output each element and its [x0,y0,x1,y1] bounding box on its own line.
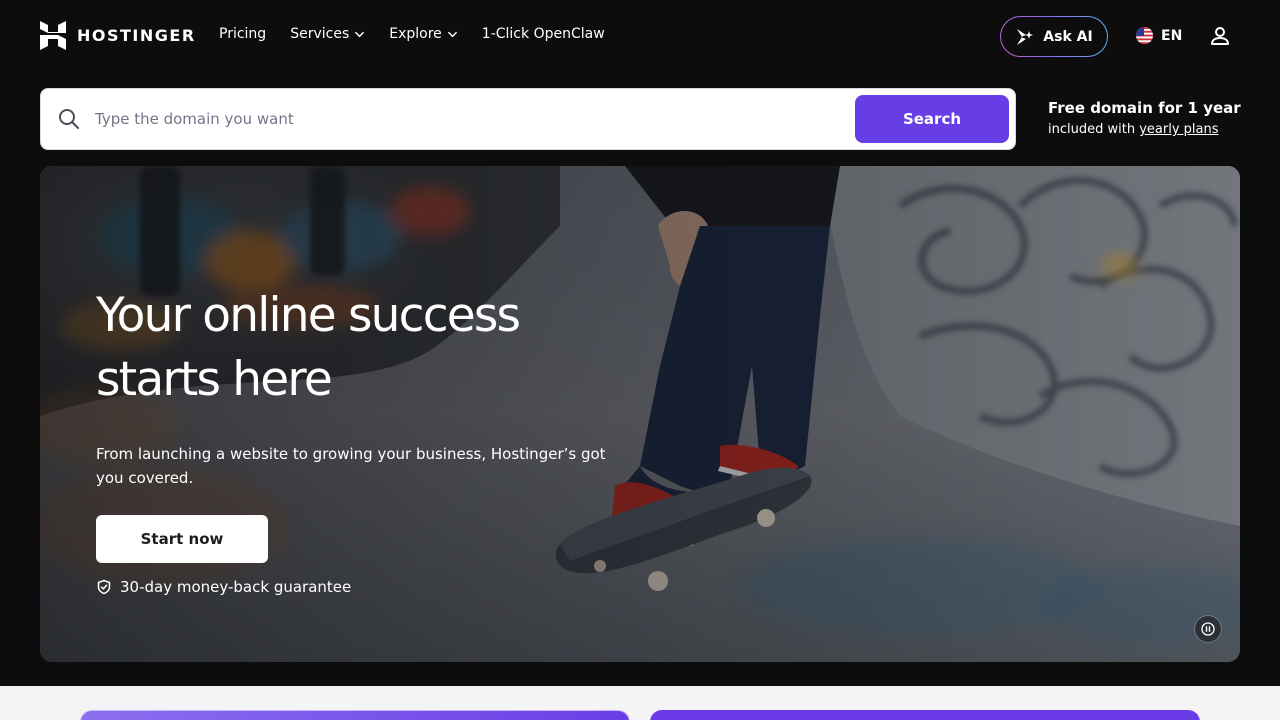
hero-content: Your online success starts here From lau… [96,284,656,596]
nav-item-label: Pricing [219,26,267,42]
hostinger-logo-icon [40,21,66,50]
hero-section: Your online success starts here From lau… [40,166,1240,662]
chevron-down-icon [355,31,365,37]
nav-item-services[interactable]: Services [290,26,365,42]
site-header: HOSTINGER Pricing Services Explore 1-Cli… [0,0,1280,72]
nav-item-label: Explore [389,26,442,42]
ask-ai-button[interactable]: Ask AI [1000,16,1108,57]
nav-item-pricing[interactable]: Pricing [219,26,266,42]
ask-ai-button-inner: Ask AI [1001,17,1107,56]
hero-title: Your online success starts here [96,284,656,412]
page: HOSTINGER Pricing Services Explore 1-Cli… [0,0,1280,720]
hero-title-line2: starts here [96,352,333,407]
domain-search-box: Search [40,88,1016,150]
logo-link[interactable]: HOSTINGER [40,21,196,50]
hero-title-line1: Your online success [96,288,521,343]
nav-item-openclaw[interactable]: 1-Click OpenClaw [482,26,605,42]
logo-text: HOSTINGER [77,26,196,45]
nav-item-label: 1-Click OpenClaw [481,26,605,42]
start-now-button[interactable]: Start now [96,515,268,563]
money-back-guarantee: 30-day money-back guarantee [96,578,656,596]
main-nav: Pricing Services Explore 1-Click OpenCla… [219,26,629,42]
plans-section [0,686,1280,720]
free-domain-prefix: included with [1048,122,1140,137]
free-domain-title: Free domain for 1 year [1048,99,1241,117]
shield-check-icon [97,579,111,595]
sparkle-icon [1017,28,1034,45]
language-selector[interactable]: EN [1136,27,1182,44]
video-pause-button[interactable] [1194,615,1222,643]
chevron-down-icon [447,31,457,37]
promo-card-right[interactable] [650,710,1200,720]
domain-search-input[interactable] [95,101,835,137]
pause-icon [1201,622,1215,636]
yearly-plans-link[interactable]: yearly plans [1139,122,1218,137]
free-domain-subtitle: included with yearly plans [1048,122,1248,137]
hero-description: From launching a website to growing your… [96,445,606,487]
language-label: EN [1161,27,1183,44]
search-button[interactable]: Search [855,95,1009,143]
user-icon[interactable] [1208,24,1232,48]
search-icon [59,109,79,129]
us-flag-icon [1136,27,1153,44]
guarantee-text: 30-day money-back guarantee [120,578,352,596]
nav-item-explore[interactable]: Explore [389,26,458,42]
promo-card-left[interactable] [80,710,630,720]
free-domain-promo: Free domain for 1 year included with yea… [1048,99,1248,137]
nav-item-label: Services [290,26,350,42]
ask-ai-label: Ask AI [1043,28,1093,45]
